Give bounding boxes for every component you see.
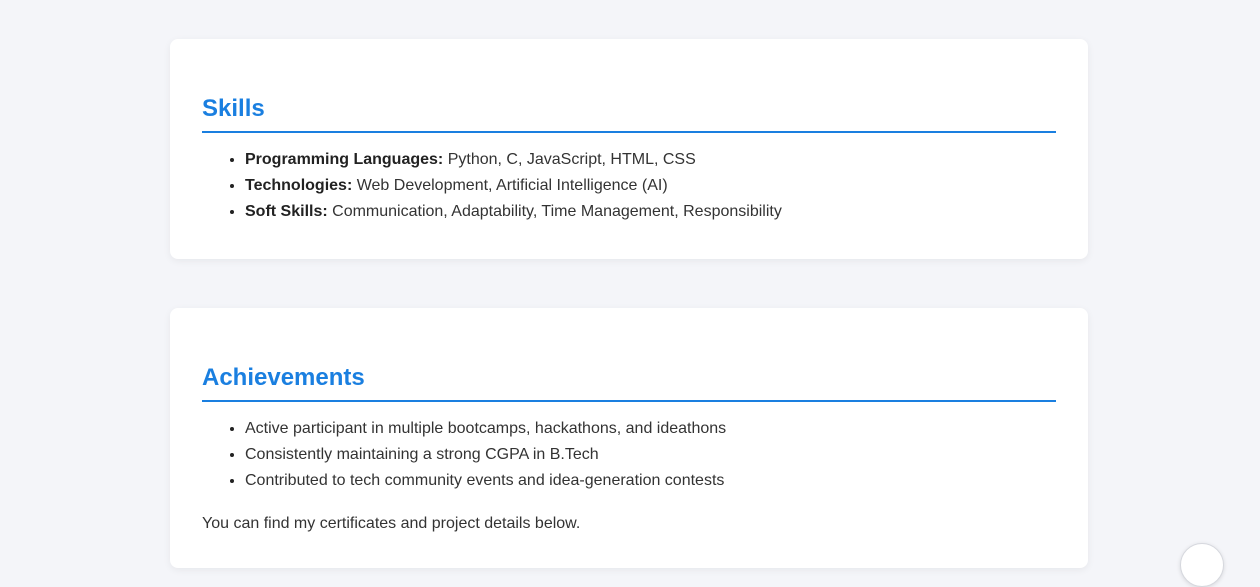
skills-heading: Skills [202,39,1056,133]
skills-list: Programming Languages: Python, C, JavaSc… [202,147,1056,225]
skill-label: Technologies: [245,177,353,194]
achievements-card: Achievements Active participant in multi… [170,308,1088,568]
skill-value: Communication, Adaptability, Time Manage… [327,203,782,220]
achievements-list: Active participant in multiple bootcamps… [202,416,1056,494]
achievement-item: Consistently maintaining a strong CGPA i… [245,442,1056,468]
certificates-note: You can find my certificates and project… [202,515,581,532]
skill-item-technologies: Technologies: Web Development, Artificia… [245,173,1056,199]
skill-value: Python, C, JavaScript, HTML, CSS [443,151,696,168]
floating-action-button[interactable] [1180,543,1224,587]
skills-card: Skills Programming Languages: Python, C,… [170,39,1088,259]
achievements-heading: Achievements [202,308,1056,402]
skill-value: Web Development, Artificial Intelligence… [352,177,668,194]
skill-label: Programming Languages: [245,151,444,168]
achievement-item: Contributed to tech community events and… [245,468,1056,494]
skill-label: Soft Skills: [245,203,328,220]
achievement-item: Active participant in multiple bootcamps… [245,416,1056,442]
skill-item-programming-languages: Programming Languages: Python, C, JavaSc… [245,147,1056,173]
skill-item-soft-skills: Soft Skills: Communication, Adaptability… [245,199,1056,225]
